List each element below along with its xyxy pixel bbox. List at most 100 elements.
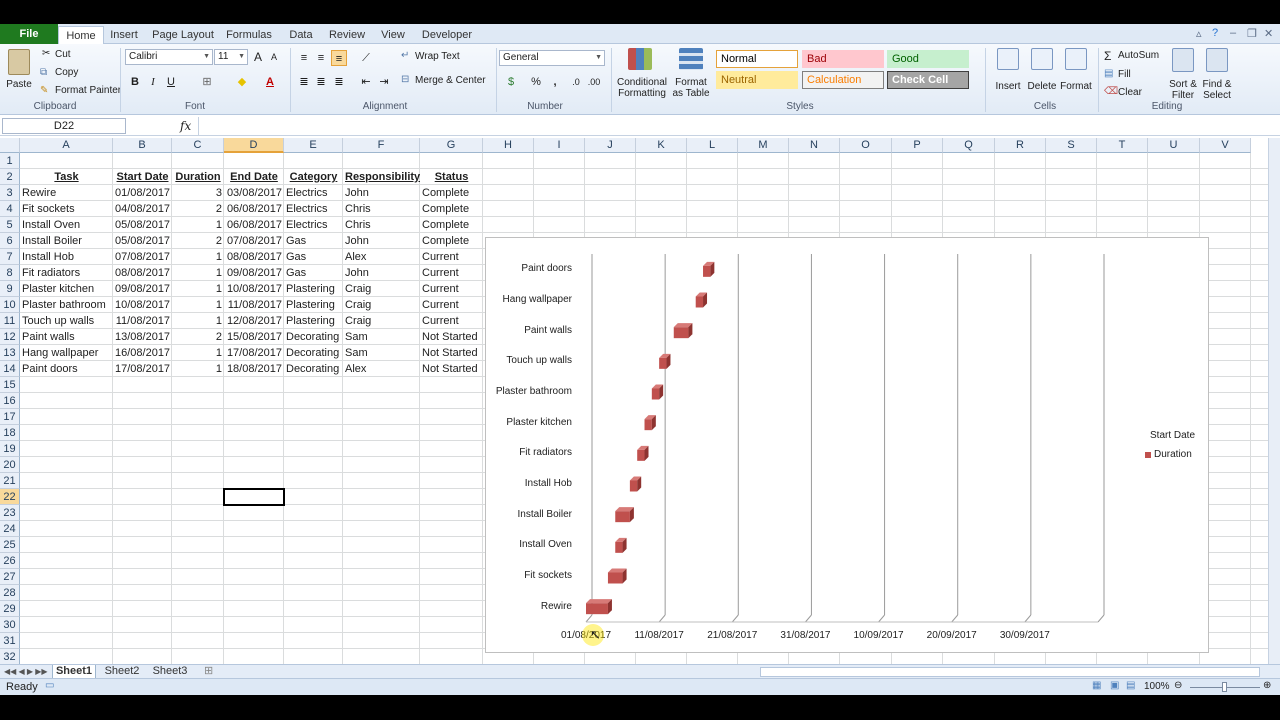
cell-style-good[interactable]: Good: [887, 50, 969, 68]
table-cell[interactable]: 1: [172, 313, 224, 329]
table-cell[interactable]: 1: [172, 297, 224, 313]
row-header-6[interactable]: 6: [0, 233, 20, 249]
table-cell[interactable]: Current: [420, 281, 483, 297]
table-cell[interactable]: Gas: [284, 265, 343, 281]
column-header-Q[interactable]: Q: [943, 138, 995, 153]
row-header-7[interactable]: 7: [0, 249, 20, 265]
table-cell[interactable]: Complete: [420, 233, 483, 249]
align-bottom-icon[interactable]: ≡: [331, 50, 347, 66]
table-cell[interactable]: Paint doors: [20, 361, 113, 377]
table-cell[interactable]: Current: [420, 313, 483, 329]
table-cell[interactable]: Not Started: [420, 345, 483, 361]
normal-view-icon[interactable]: ▦: [1092, 680, 1101, 691]
table-cell[interactable]: Craig: [343, 313, 420, 329]
insert-cells-icon[interactable]: [997, 48, 1019, 70]
sort-filter-label[interactable]: Sort &: [1164, 79, 1202, 90]
sheet-tab-sheet1[interactable]: Sheet1: [52, 665, 96, 679]
table-header-duration[interactable]: Duration: [172, 169, 224, 185]
gantt-chart[interactable]: Rewire Fit sockets Install Oven Install Boi…: [485, 237, 1209, 653]
clear-icon[interactable]: ⌫: [1104, 86, 1118, 97]
ribbon-tab-home[interactable]: Home: [58, 26, 104, 45]
insert-sheet-icon[interactable]: ⊞: [204, 665, 213, 679]
table-cell[interactable]: 06/08/2017: [224, 201, 284, 217]
italic-button[interactable]: I: [145, 74, 161, 90]
format-painter-button[interactable]: Format Painter: [55, 85, 121, 96]
ribbon-tab-review[interactable]: Review: [324, 26, 370, 44]
table-cell[interactable]: Complete: [420, 185, 483, 201]
column-header-T[interactable]: T: [1097, 138, 1148, 153]
row-header-28[interactable]: 28: [0, 585, 20, 601]
table-cell[interactable]: Electrics: [284, 217, 343, 233]
format-painter-icon[interactable]: ✎: [40, 85, 48, 96]
conditional-formatting-label[interactable]: Conditional: [614, 77, 670, 88]
table-cell[interactable]: Decorating: [284, 361, 343, 377]
format-cells-icon[interactable]: [1065, 48, 1087, 70]
conditional-formatting-icon[interactable]: [628, 48, 652, 70]
table-cell[interactable]: 1: [172, 281, 224, 297]
ribbon-tab-file[interactable]: File: [0, 24, 58, 44]
column-header-G[interactable]: G: [420, 138, 483, 153]
table-cell[interactable]: Craig: [343, 297, 420, 313]
ribbon-tab-view[interactable]: View: [375, 26, 411, 44]
table-cell[interactable]: 2: [172, 201, 224, 217]
table-cell[interactable]: Craig: [343, 281, 420, 297]
minimize-ribbon-icon[interactable]: ▵: [1196, 27, 1202, 40]
row-header-1[interactable]: 1: [0, 153, 20, 169]
page-layout-view-icon[interactable]: ▣: [1110, 680, 1119, 691]
row-header-3[interactable]: 3: [0, 185, 20, 201]
row-header-17[interactable]: 17: [0, 409, 20, 425]
row-header-24[interactable]: 24: [0, 521, 20, 537]
table-cell[interactable]: 08/08/2017: [224, 249, 284, 265]
table-cell[interactable]: Complete: [420, 201, 483, 217]
table-cell[interactable]: Fit radiators: [20, 265, 113, 281]
table-cell[interactable]: 08/08/2017: [113, 265, 172, 281]
table-cell[interactable]: 09/08/2017: [113, 281, 172, 297]
table-cell[interactable]: Current: [420, 265, 483, 281]
table-cell[interactable]: 10/08/2017: [224, 281, 284, 297]
row-header-30[interactable]: 30: [0, 617, 20, 633]
row-header-4[interactable]: 4: [0, 201, 20, 217]
table-cell[interactable]: 01/08/2017: [113, 185, 172, 201]
align-center-icon[interactable]: ≣: [313, 74, 329, 90]
table-header-start-date[interactable]: Start Date: [113, 169, 172, 185]
table-cell[interactable]: 13/08/2017: [113, 329, 172, 345]
bold-button[interactable]: B: [127, 74, 143, 90]
table-cell[interactable]: Decorating: [284, 345, 343, 361]
number-format-combo[interactable]: General ▼: [499, 50, 605, 66]
row-header-19[interactable]: 19: [0, 441, 20, 457]
merge-center-icon[interactable]: ⊟: [401, 74, 409, 85]
table-header-end-date[interactable]: End Date: [224, 169, 284, 185]
table-cell[interactable]: 06/08/2017: [224, 217, 284, 233]
macro-recording-icon[interactable]: ▭: [45, 680, 54, 691]
table-cell[interactable]: 16/08/2017: [113, 345, 172, 361]
row-header-5[interactable]: 5: [0, 217, 20, 233]
table-cell[interactable]: Touch up walls: [20, 313, 113, 329]
autosum-button[interactable]: AutoSum: [1118, 50, 1159, 61]
align-top-icon[interactable]: ≡: [296, 50, 312, 66]
row-header-2[interactable]: 2: [0, 169, 20, 185]
format-as-table-label[interactable]: Format: [670, 77, 712, 88]
cell-style-calculation[interactable]: Calculation: [802, 71, 884, 89]
table-cell[interactable]: 1: [172, 265, 224, 281]
table-cell[interactable]: Gas: [284, 249, 343, 265]
column-header-R[interactable]: R: [995, 138, 1046, 153]
table-cell[interactable]: Fit sockets: [20, 201, 113, 217]
row-header-26[interactable]: 26: [0, 553, 20, 569]
name-box[interactable]: D22: [2, 118, 126, 134]
column-header-O[interactable]: O: [840, 138, 892, 153]
table-cell[interactable]: Plaster kitchen: [20, 281, 113, 297]
fill-color-icon[interactable]: ◆: [234, 74, 250, 90]
decrease-indent-icon[interactable]: ⇤: [358, 74, 374, 90]
font-name-combo[interactable]: Calibri ▼: [125, 49, 213, 65]
ribbon-tab-developer[interactable]: Developer: [417, 26, 477, 44]
table-cell[interactable]: Hang wallpaper: [20, 345, 113, 361]
vertical-scrollbar[interactable]: [1268, 138, 1280, 664]
zoom-level[interactable]: 100%: [1144, 681, 1170, 692]
sheet-tab-sheet3[interactable]: Sheet3: [148, 665, 192, 679]
align-left-icon[interactable]: ≣: [296, 74, 312, 90]
table-cell[interactable]: 17/08/2017: [113, 361, 172, 377]
format-cells-button[interactable]: Format: [1058, 81, 1094, 92]
table-cell[interactable]: Install Oven: [20, 217, 113, 233]
formula-input[interactable]: [198, 117, 1268, 135]
table-cell[interactable]: 03/08/2017: [224, 185, 284, 201]
